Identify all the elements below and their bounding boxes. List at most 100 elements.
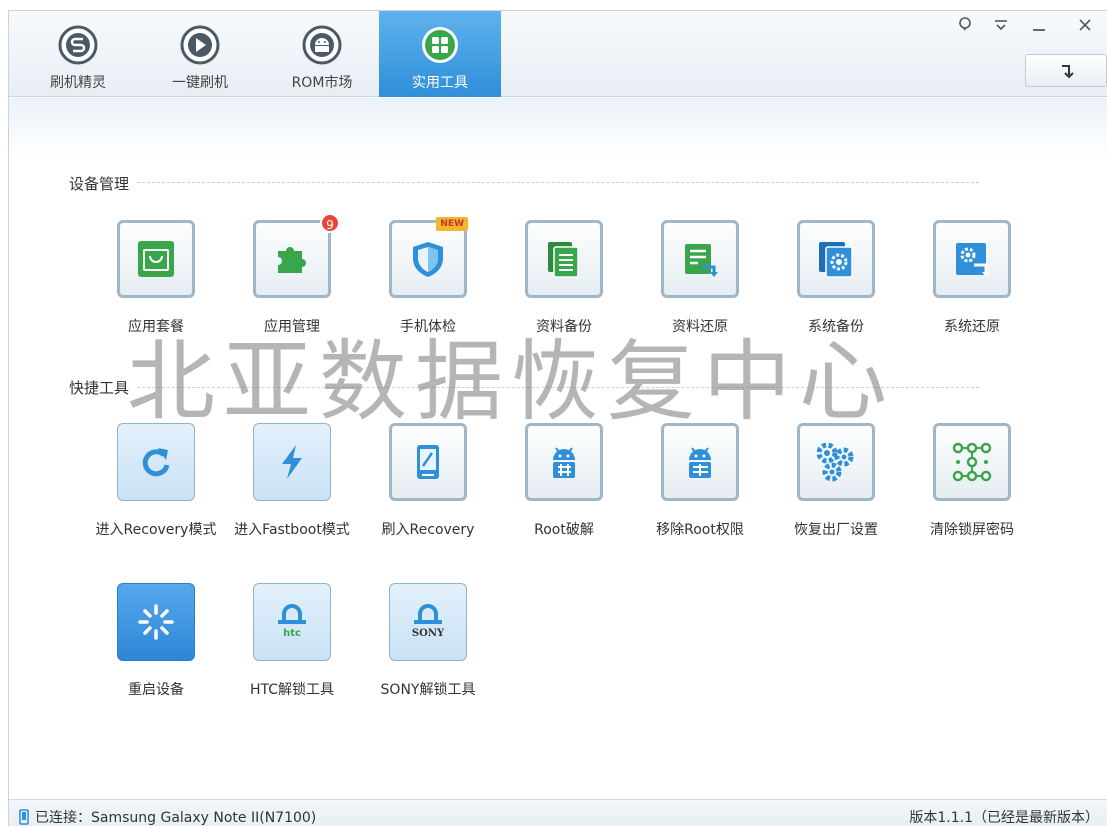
tool-label: 进入Recovery模式 [95, 522, 217, 538]
section-title-quick: 快捷工具 [69, 377, 138, 398]
gears-icon [816, 442, 854, 482]
new-badge: NEW [436, 217, 468, 231]
tool-phone-checkup[interactable]: NEW 手机体检 [349, 217, 479, 350]
tool-label: 恢复出厂设置 [794, 522, 878, 538]
refresh-button[interactable] [1025, 54, 1107, 87]
tool-label: 应用管理 [264, 319, 320, 335]
tool-label: 移除Root权限 [656, 522, 744, 538]
tab-label: 实用工具 [412, 75, 468, 91]
data-backup-icon [548, 242, 579, 278]
close-button[interactable] [1067, 11, 1103, 39]
android-root-icon [553, 447, 575, 478]
android-icon [302, 25, 342, 65]
tool-tile: htc [253, 583, 331, 661]
tool-label: Root破解 [534, 522, 594, 538]
tool-tile [797, 220, 875, 298]
tab-rom-market[interactable]: ROM市场 [261, 11, 383, 97]
turn-arrow-icon [1062, 65, 1074, 79]
s-logo-icon [58, 25, 98, 65]
refresh-icon [142, 448, 170, 477]
tool-label: 手机体检 [400, 319, 456, 335]
menu-icon [995, 20, 1007, 31]
tool-flash-recovery[interactable]: 刷入Recovery [349, 423, 479, 553]
tab-flash-wizard[interactable]: 刷机精灵 [17, 11, 139, 97]
grid-icon [422, 27, 458, 63]
data-restore-icon [685, 244, 718, 277]
close-icon [1079, 19, 1091, 31]
section-divider [137, 182, 979, 183]
tool-remove-root[interactable]: 移除Root权限 [621, 423, 751, 553]
tool-tile [117, 423, 195, 501]
tab-utilities[interactable]: 实用工具 [379, 11, 501, 97]
feedback-button[interactable] [947, 11, 983, 39]
feedback-icon [959, 17, 971, 31]
tool-tile [933, 423, 1011, 501]
tool-data-backup[interactable]: 资料备份 [485, 220, 615, 350]
tool-label: 系统还原 [944, 319, 1000, 335]
top-nav: 刷机精灵 一键刷机 ROM市场 实用工具 [9, 11, 1107, 97]
svg-text:SONY: SONY [412, 628, 445, 639]
connection-text: 已连接：Samsung Galaxy Note II(N7100) [35, 810, 317, 826]
tool-htc-unlock[interactable]: htc HTC解锁工具 [213, 583, 343, 713]
section-title-device: 设备管理 [69, 173, 138, 194]
sony-lock-icon: SONY [412, 604, 445, 639]
tool-root[interactable]: Root破解 [485, 423, 615, 553]
tool-tile [253, 423, 331, 501]
minimize-button[interactable] [1021, 11, 1057, 39]
tool-system-backup[interactable]: 系统备份 [757, 220, 887, 350]
tool-tile: 9 [253, 213, 340, 298]
tool-label: 刷入Recovery [381, 522, 475, 538]
tool-app-bundle[interactable]: 应用套餐 [77, 220, 207, 350]
tool-tile [661, 220, 739, 298]
tool-label: 系统备份 [808, 319, 864, 335]
tool-tile [797, 423, 875, 501]
tool-tile: SONY [389, 583, 467, 661]
tool-sony-unlock[interactable]: SONY SONY解锁工具 [349, 583, 479, 713]
tab-one-click-flash[interactable]: 一键刷机 [139, 11, 261, 97]
connection-status: 已连接：Samsung Galaxy Note II(N7100) [19, 807, 316, 826]
tool-tile [661, 423, 739, 501]
tool-label: 应用套餐 [128, 319, 184, 335]
tool-tile [525, 220, 603, 298]
version-status: 版本1.1.1（已经是最新版本） [909, 810, 1099, 826]
tool-enter-recovery[interactable]: 进入Recovery模式 [77, 423, 216, 553]
utilities-panel: 设备管理 应用套餐 9 应用管理 NEW 手机体检 资料备份 资料还原 系统备份… [9, 98, 1107, 798]
tool-app-manager[interactable]: 9 应用管理 [213, 213, 343, 350]
menu-button[interactable] [983, 11, 1019, 39]
minimize-icon [1033, 29, 1045, 31]
spinner-icon [138, 604, 174, 640]
pattern-lock-icon [952, 442, 992, 482]
section-divider [137, 387, 979, 388]
shield-icon [413, 242, 443, 277]
tool-data-restore[interactable]: 资料还原 [621, 220, 751, 350]
htc-lock-icon: htc [278, 604, 306, 639]
tool-clear-lockscreen[interactable]: 清除锁屏密码 [893, 423, 1023, 553]
tool-label: 清除锁屏密码 [930, 522, 1014, 538]
tool-tile [389, 423, 467, 501]
tool-tile [117, 220, 195, 298]
tool-system-restore[interactable]: 系统还原 [893, 220, 1023, 350]
phone-icon [19, 809, 29, 825]
tab-label: ROM市场 [291, 75, 353, 91]
tool-label: SONY解锁工具 [380, 682, 476, 698]
notification-badge: 9 [320, 213, 340, 233]
play-icon [180, 25, 220, 65]
system-backup-icon [819, 242, 853, 278]
status-bar: 已连接：Samsung Galaxy Note II(N7100) 版本1.1.… [9, 799, 1107, 826]
tool-label: 资料备份 [536, 319, 592, 335]
tablet-icon [417, 445, 439, 479]
system-restore-icon [956, 243, 990, 277]
tab-label: 刷机精灵 [50, 75, 106, 91]
tool-label: HTC解锁工具 [249, 682, 335, 698]
tool-reboot-device[interactable]: 重启设备 [77, 583, 207, 713]
tool-factory-reset[interactable]: 恢复出厂设置 [757, 423, 887, 553]
tool-enter-fastboot[interactable]: 进入Fastboot模式 [213, 423, 350, 553]
tool-label: 进入Fastboot模式 [234, 522, 350, 538]
tool-label: 资料还原 [672, 319, 728, 335]
puzzle-icon [278, 247, 306, 273]
svg-text:htc: htc [283, 628, 301, 639]
app-bag-icon [138, 241, 174, 277]
android-remove-icon [689, 447, 711, 478]
tool-tile [933, 220, 1011, 298]
tool-label: 重启设备 [128, 682, 184, 698]
